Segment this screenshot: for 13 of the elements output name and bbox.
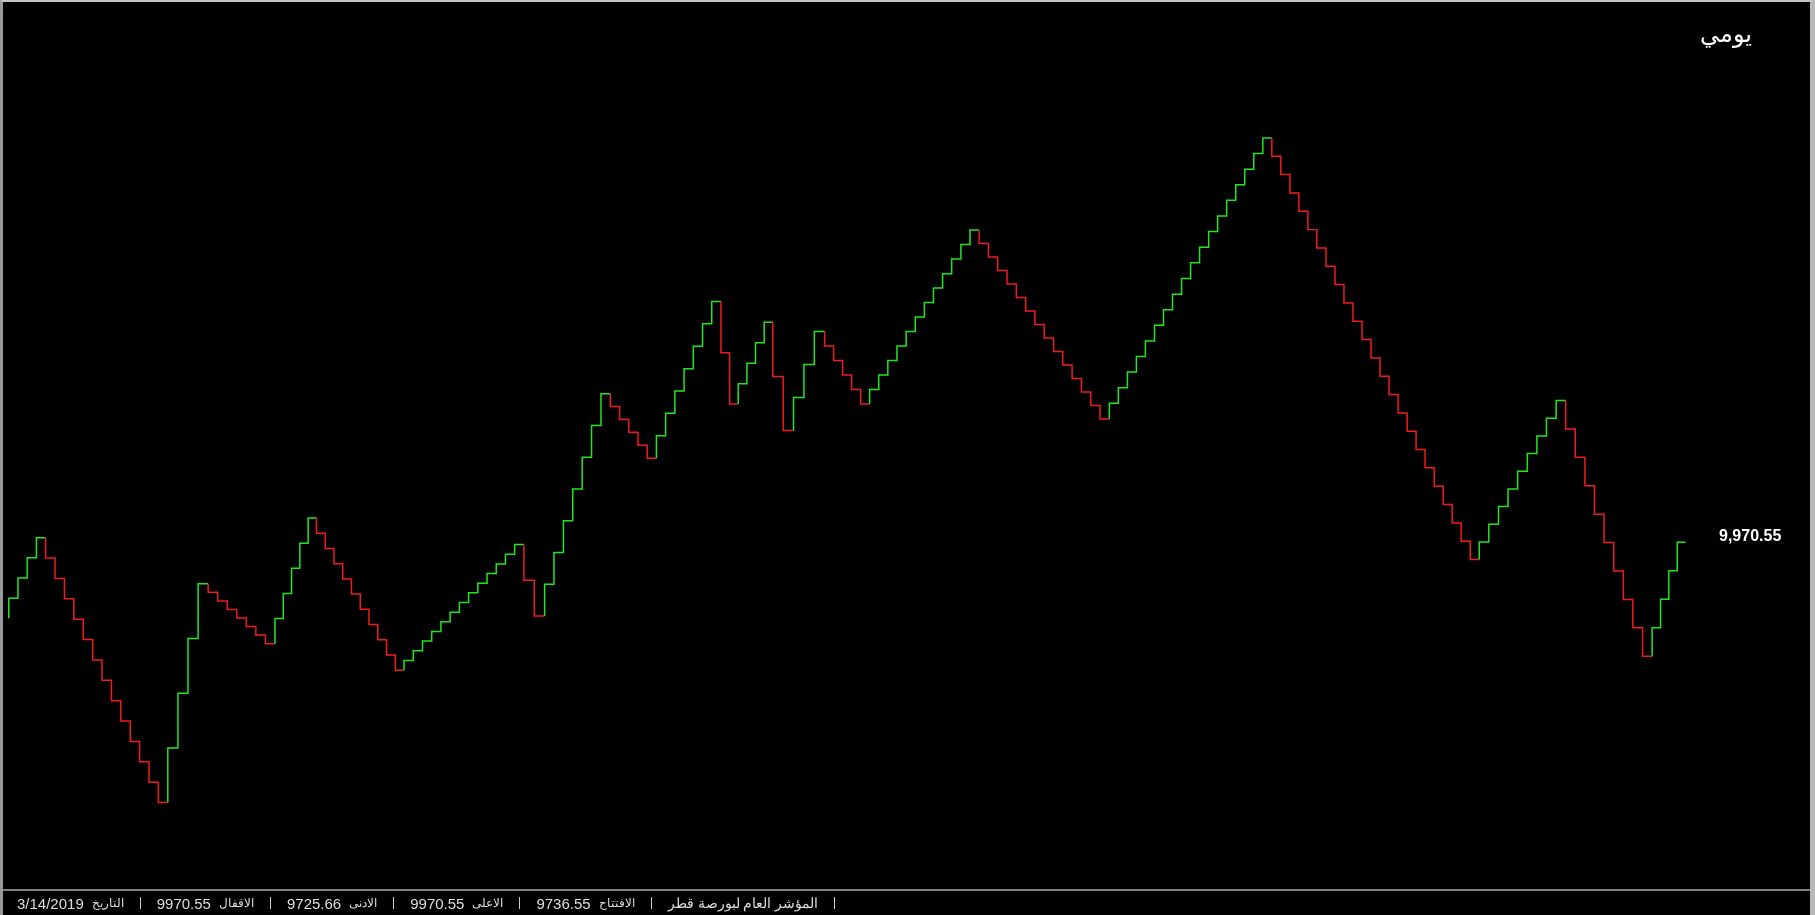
- last-value-label: 9,970.55: [1719, 527, 1782, 545]
- field-label: الافتتاح: [598, 896, 635, 910]
- field-label: الاقفال: [218, 896, 254, 910]
- field-value: 3/14/2019: [17, 894, 84, 912]
- field-value: 9970.55: [156, 894, 211, 912]
- period-label: يومي: [1700, 20, 1752, 48]
- field-value: 9725.66: [286, 894, 342, 912]
- field-label: الاعلى: [472, 896, 504, 910]
- field-value: 9970.55: [410, 894, 465, 912]
- index-name: المؤشر العام لبورصة قطر: [667, 895, 819, 911]
- field-value: 9736.55: [536, 894, 591, 912]
- field-label: الادنى: [349, 896, 378, 910]
- field-label: التاريخ: [91, 896, 124, 910]
